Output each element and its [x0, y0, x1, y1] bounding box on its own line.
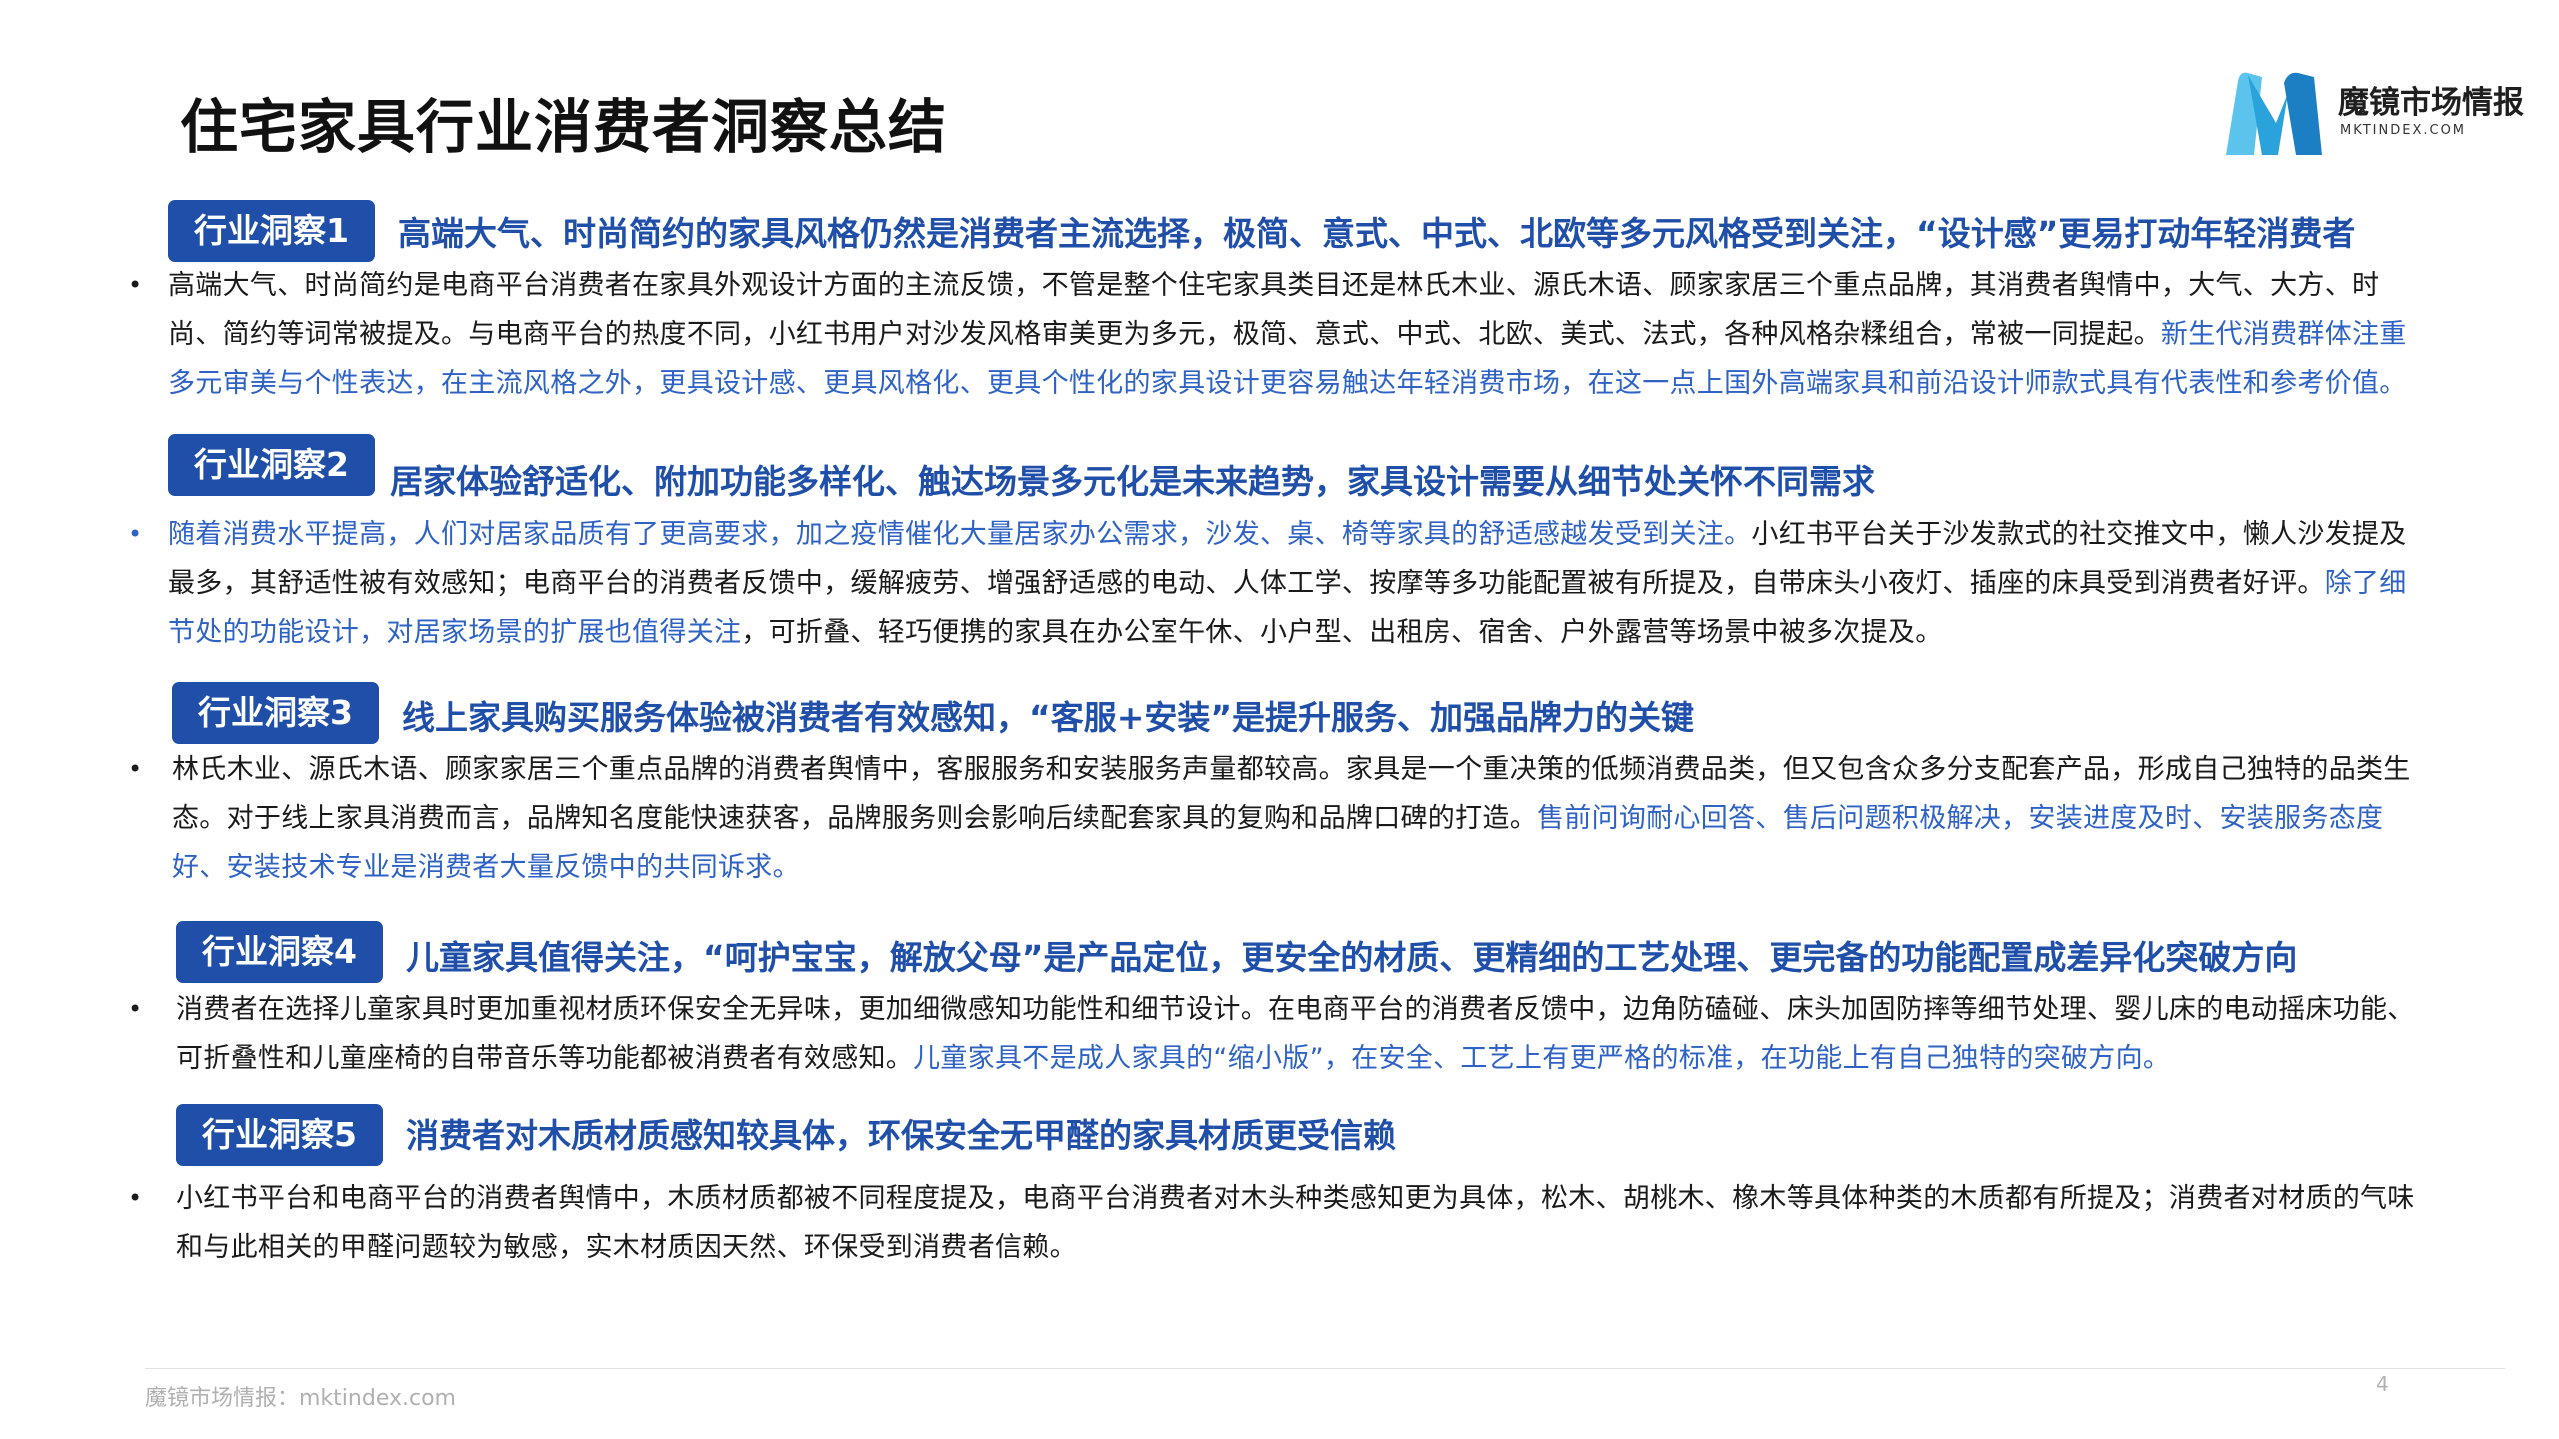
insight-headline: 儿童家具值得关注，“呵护宝宝，解放父母”是产品定位，更安全的材质、更精细的工艺处… — [406, 938, 2298, 977]
logo-url: MKTINDEX.COM — [2340, 123, 2467, 138]
bullet-dot: • — [128, 995, 143, 1023]
insight-text: 高端大气、时尚简约是电商平台消费者在家具外观设计方面的主流反馈，不管是整个住宅家… — [168, 270, 2380, 350]
insight-body: 随着消费水平提高，人们对居家品质有了更高要求，加之疫情催化大量居家办公需求，沙发… — [168, 510, 2408, 657]
mktindex-m-logo-icon — [2226, 72, 2322, 155]
bullet-dot: • — [128, 520, 143, 548]
insight-highlight: 随着消费水平提高，人们对居家品质有了更高要求，加之疫情催化大量居家办公需求，沙发… — [168, 519, 1752, 550]
insight-body: 消费者在选择儿童家具时更加重视材质环保安全无异味，更加细微感知功能性和细节设计。… — [176, 985, 2416, 1083]
insight-badge: 行业洞察5 — [176, 1104, 383, 1166]
insight-headline: 高端大气、时尚简约的家具风格仍然是消费者主流选择，极简、意式、中式、北欧等多元风… — [398, 214, 2356, 253]
bullet-dot: • — [128, 1184, 143, 1212]
insight-headline: 线上家具购买服务体验被消费者有效感知，“客服+安装”是提升服务、加强品牌力的关键 — [402, 698, 1695, 737]
bullet-dot: • — [128, 755, 143, 783]
insight-badge: 行业洞察1 — [168, 200, 375, 262]
insight-text-2: ，可折叠、轻巧便携的家具在办公室午休、小户型、出租房、宿舍、户外露营等场景中被多… — [741, 617, 1943, 648]
insight-body: 小红书平台和电商平台的消费者舆情中，木质材质都被不同程度提及，电商平台消费者对木… — [176, 1174, 2416, 1272]
insight-badge: 行业洞察2 — [168, 434, 375, 496]
insight-highlight: 儿童家具不是成人家具的“缩小版”，在安全、工艺上有更严格的标准，在功能上有自己独… — [913, 1043, 2171, 1074]
insight-body: 高端大气、时尚简约是电商平台消费者在家具外观设计方面的主流反馈，不管是整个住宅家… — [168, 261, 2408, 408]
page-title: 住宅家具行业消费者洞察总结 — [180, 93, 948, 161]
insight-headline: 消费者对木质材质感知较具体，环保安全无甲醛的家具材质更受信赖 — [406, 1116, 1396, 1155]
insight-headline: 居家体验舒适化、附加功能多样化、触达场景多元化是未来趋势，家具设计需要从细节处关… — [390, 462, 1875, 501]
insight-badge: 行业洞察4 — [176, 921, 383, 983]
insight-body: 林氏木业、源氏木语、顾家家居三个重点品牌的消费者舆情中，客服服务和安装服务声量都… — [172, 745, 2412, 892]
bullet-dot: • — [128, 271, 143, 299]
insight-badge: 行业洞察3 — [172, 682, 379, 744]
brand-logo: 魔镜市场情报 MKTINDEX.COM — [2218, 63, 2524, 163]
page-number: 4 — [2376, 1372, 2389, 1396]
footer-source: 魔镜市场情报：mktindex.com — [145, 1386, 456, 1411]
footer-divider — [145, 1368, 2505, 1369]
insight-text: 小红书平台和电商平台的消费者舆情中，木质材质都被不同程度提及，电商平台消费者对木… — [176, 1183, 2415, 1263]
logo-name: 魔镜市场情报 — [2338, 85, 2524, 121]
